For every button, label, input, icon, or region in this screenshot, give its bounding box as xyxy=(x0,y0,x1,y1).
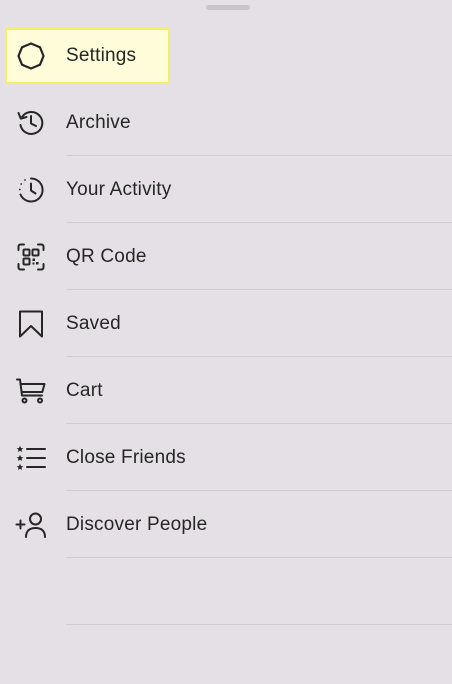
menu-item-label: QR Code xyxy=(66,245,147,267)
menu-item-label: Settings xyxy=(66,44,137,66)
drag-handle[interactable] xyxy=(206,5,250,10)
menu-item-label: Archive xyxy=(66,111,131,133)
close-friends-icon xyxy=(14,441,48,475)
menu-item-cart[interactable]: Cart xyxy=(0,357,452,424)
qr-code-icon xyxy=(14,240,48,274)
menu-item-label: Close Friends xyxy=(66,446,186,468)
menu-item-close-friends[interactable]: Close Friends xyxy=(0,424,452,491)
empty-row xyxy=(0,558,452,625)
menu-item-archive[interactable]: Archive xyxy=(0,89,452,156)
menu-item-label: Discover People xyxy=(66,513,208,535)
menu-item-qr-code[interactable]: QR Code xyxy=(0,223,452,290)
bookmark-icon xyxy=(14,307,48,341)
activity-icon xyxy=(14,173,48,207)
profile-menu: Settings Archive Your Activity QR Code S… xyxy=(0,22,452,625)
menu-item-discover-people[interactable]: Discover People xyxy=(0,491,452,558)
menu-item-label: Your Activity xyxy=(66,178,172,200)
menu-item-saved[interactable]: Saved xyxy=(0,290,452,357)
menu-item-label: Saved xyxy=(66,312,121,334)
discover-people-icon xyxy=(14,508,48,542)
menu-item-settings[interactable]: Settings xyxy=(0,22,452,89)
divider xyxy=(66,624,452,625)
menu-item-label: Cart xyxy=(66,379,103,401)
bottom-sheet: Settings Archive Your Activity QR Code S… xyxy=(0,0,452,684)
menu-item-your-activity[interactable]: Your Activity xyxy=(0,156,452,223)
cart-icon xyxy=(14,374,48,408)
settings-icon xyxy=(14,39,48,73)
archive-icon xyxy=(14,106,48,140)
